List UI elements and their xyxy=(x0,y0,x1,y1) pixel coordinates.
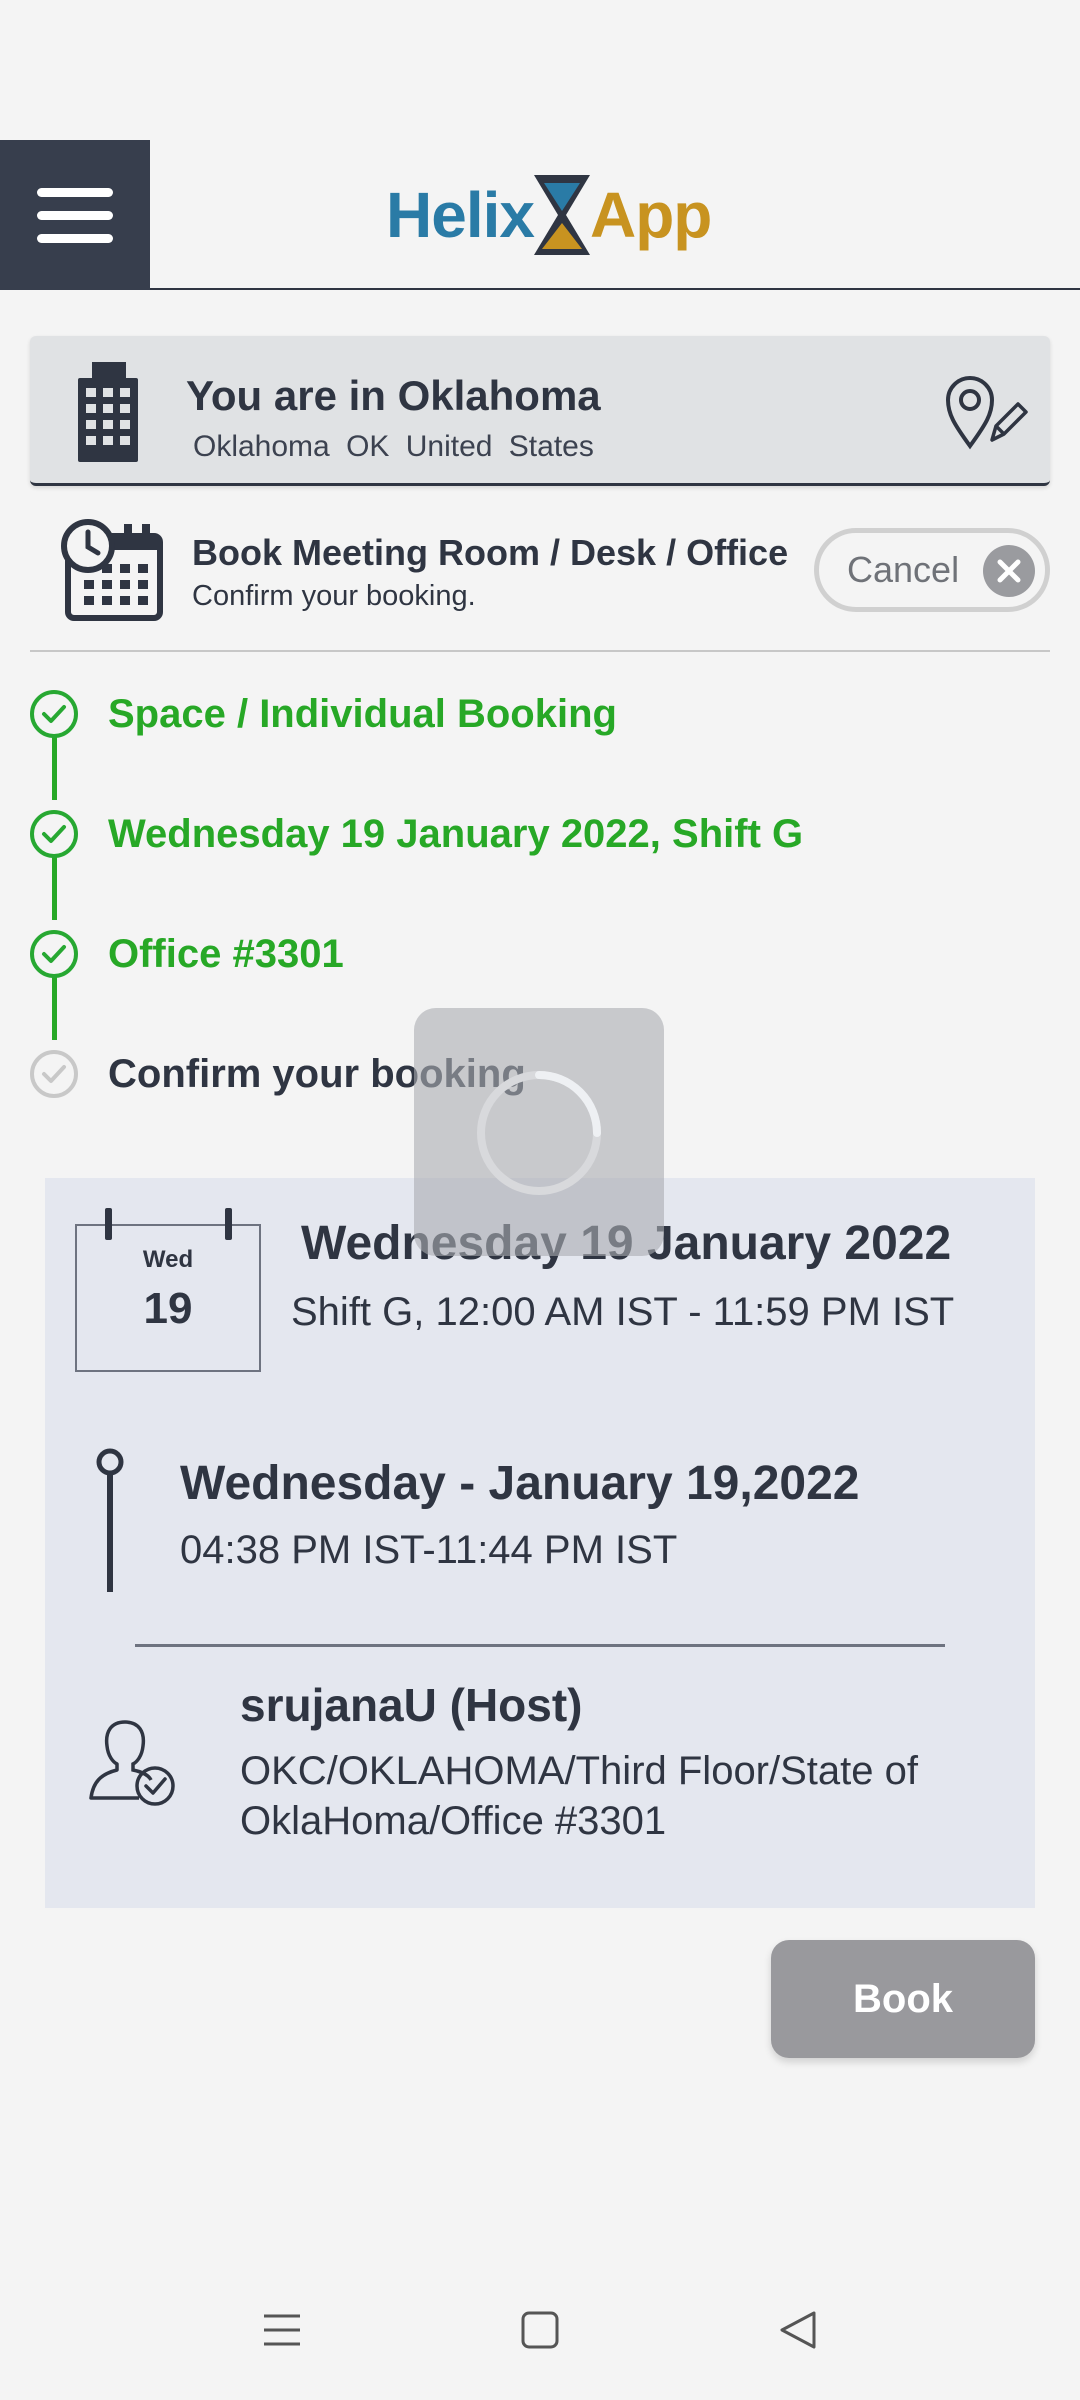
system-navigation-bar xyxy=(0,2290,1080,2380)
menu-line xyxy=(37,210,113,220)
cancel-button[interactable]: Cancel xyxy=(814,528,1050,612)
location-edit-icon[interactable] xyxy=(944,374,1028,450)
location-title: You are in Oklahoma xyxy=(186,372,601,419)
calendar-date-icon: Wed 19 xyxy=(75,1208,261,1372)
booking-summary-card: Wed 19 Wednesday 19 January 2022 Shift G… xyxy=(45,1178,1035,1908)
calendar-number: 19 xyxy=(143,1284,193,1333)
loading-spinner xyxy=(414,1008,664,1256)
calendar-day: Wed xyxy=(142,1246,194,1273)
helix-app-logo: Helix App xyxy=(386,170,712,260)
menu-line xyxy=(37,187,113,197)
step-connector xyxy=(52,976,57,1040)
check-circle-icon xyxy=(30,810,78,858)
step-label: Space / Individual Booking xyxy=(108,691,617,736)
app-header: Helix App xyxy=(0,140,1080,290)
home-icon[interactable] xyxy=(520,2310,560,2350)
spinner-icon xyxy=(477,1071,601,1195)
logo-text-helix: Helix xyxy=(386,179,535,251)
calendar-ring xyxy=(225,1208,232,1240)
time-date: Wednesday - January 19,2022 xyxy=(180,1457,860,1510)
hourglass-logo-icon xyxy=(533,175,590,255)
step-date-shift[interactable]: Wednesday 19 January 2022, Shift G xyxy=(30,804,803,864)
logo-text-app: App xyxy=(589,179,712,251)
time-range: 04:38 PM IST-11:44 PM IST xyxy=(180,1528,678,1572)
check-circle-icon xyxy=(30,690,78,738)
current-location-card: You are in Oklahoma Oklahoma OK United S… xyxy=(30,336,1050,486)
summary-shift: Shift G, 12:00 AM IST - 11:59 PM IST xyxy=(291,1290,955,1334)
check-circle-pending-icon xyxy=(30,1050,78,1098)
booking-title: Book Meeting Room / Desk / Office xyxy=(192,532,789,573)
booking-subtitle: Confirm your booking. xyxy=(192,580,476,612)
step-connector xyxy=(52,736,57,800)
calendar-ring xyxy=(105,1208,112,1240)
step-connector xyxy=(52,856,57,920)
timeline-pin-icon xyxy=(96,1448,124,1592)
step-space-booking[interactable]: Space / Individual Booking xyxy=(30,684,617,744)
booking-header: Book Meeting Room / Desk / Office Confir… xyxy=(30,516,1050,652)
close-icon xyxy=(983,545,1035,597)
step-label: Wednesday 19 January 2022, Shift G xyxy=(108,811,804,856)
hamburger-menu-button[interactable] xyxy=(0,140,150,290)
building-icon xyxy=(78,362,138,462)
host-user-check-icon xyxy=(89,1720,175,1806)
step-label: Office #3301 xyxy=(108,931,344,976)
cancel-label: Cancel xyxy=(847,549,960,590)
step-office[interactable]: Office #3301 xyxy=(30,924,344,984)
recent-apps-icon[interactable] xyxy=(262,2310,302,2350)
step-confirm: Confirm your booking xyxy=(30,1044,526,1104)
location-subtitle: Oklahoma OK United States xyxy=(193,430,594,463)
check-circle-icon xyxy=(30,930,78,978)
summary-divider xyxy=(135,1644,945,1647)
host-location-path: OKC/OKLAHOMA/Third Floor/State of OklaHo… xyxy=(240,1749,918,1843)
calendar-clock-icon xyxy=(61,519,163,621)
menu-line xyxy=(37,233,113,243)
host-name: srujanaU (Host) xyxy=(240,1679,583,1731)
book-button[interactable]: Book xyxy=(771,1940,1035,2058)
back-icon[interactable] xyxy=(778,2310,818,2350)
